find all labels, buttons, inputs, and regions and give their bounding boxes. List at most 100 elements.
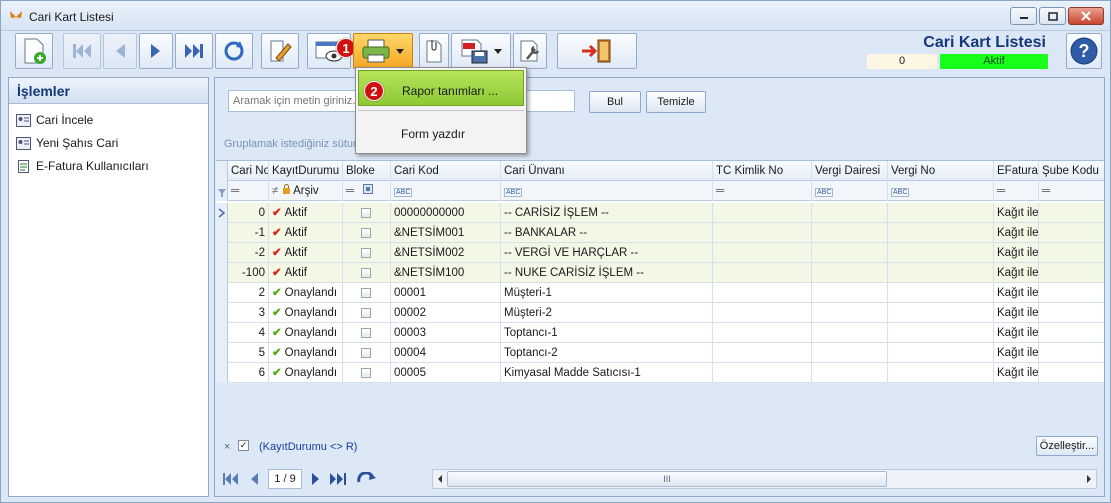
table-cell[interactable]: Kağıt ilet: [994, 363, 1039, 383]
table-cell[interactable]: [812, 203, 888, 223]
refresh-button[interactable]: [215, 33, 253, 69]
table-cell[interactable]: ✔ Onaylandı: [269, 323, 343, 343]
table-cell[interactable]: [713, 343, 812, 363]
edit-button[interactable]: [261, 33, 299, 69]
table-cell[interactable]: 00003: [391, 323, 501, 343]
table-cell[interactable]: -1: [228, 223, 269, 243]
table-cell[interactable]: Müşteri-2: [501, 303, 713, 323]
minimize-button[interactable]: [1010, 7, 1037, 25]
table-cell[interactable]: 3: [228, 303, 269, 323]
column-header-cari-no[interactable]: Cari No: [228, 161, 269, 181]
table-cell[interactable]: Kimyasal Madde Satıcısı-1: [501, 363, 713, 383]
table-cell[interactable]: [1039, 263, 1104, 283]
table-cell[interactable]: [343, 343, 391, 363]
table-cell[interactable]: ✔ Aktif: [269, 243, 343, 263]
close-button[interactable]: [1068, 7, 1104, 25]
table-cell[interactable]: [888, 323, 994, 343]
nav-last-button[interactable]: [330, 472, 346, 486]
active-filter-text[interactable]: (KayıtDurumu <> R): [259, 441, 357, 453]
table-cell[interactable]: [888, 363, 994, 383]
table-cell[interactable]: &NETSİM002: [391, 243, 501, 263]
table-row[interactable]: -1 ✔ Aktif &NETSİM001 -- BANKALAR -- Kağıt il…: [216, 223, 1104, 243]
clear-button[interactable]: Temizle: [646, 91, 706, 113]
table-cell[interactable]: 2: [228, 283, 269, 303]
table-cell[interactable]: [343, 263, 391, 283]
table-cell[interactable]: Kağıt ilet: [994, 203, 1039, 223]
previous-record-button[interactable]: [103, 33, 137, 69]
table-row[interactable]: -2 ✔ Aktif &NETSİM002 -- VERGİ VE HARÇLAR --…: [216, 243, 1104, 263]
table-row[interactable]: 3 ✔ Onaylandı 00002 Müşteri-2 Kağıt ilet: [216, 303, 1104, 323]
table-cell[interactable]: [888, 223, 994, 243]
table-cell[interactable]: [713, 323, 812, 343]
table-cell[interactable]: [812, 303, 888, 323]
first-record-button[interactable]: [63, 33, 101, 69]
table-cell[interactable]: ✔ Onaylandı: [269, 303, 343, 323]
table-cell[interactable]: Toptancı-2: [501, 343, 713, 363]
nav-refresh-button[interactable]: [356, 472, 378, 486]
table-cell[interactable]: ✔ Aktif: [269, 223, 343, 243]
last-record-button[interactable]: [175, 33, 213, 69]
bloke-checkbox[interactable]: [361, 367, 371, 378]
filter-vergi-dairesi[interactable]: ABC: [812, 181, 888, 201]
table-cell[interactable]: [343, 283, 391, 303]
table-cell[interactable]: [888, 263, 994, 283]
table-cell[interactable]: [1039, 203, 1104, 223]
nav-next-button[interactable]: [308, 472, 324, 486]
table-cell[interactable]: -100: [228, 263, 269, 283]
table-cell[interactable]: [1039, 343, 1104, 363]
table-cell[interactable]: Müşteri-1: [501, 283, 713, 303]
menu-item-print-form[interactable]: Form yazdır: [358, 114, 524, 150]
exit-button[interactable]: [557, 33, 637, 69]
table-cell[interactable]: [713, 223, 812, 243]
table-cell[interactable]: ✔ Onaylandı: [269, 283, 343, 303]
bloke-checkbox[interactable]: [361, 327, 371, 338]
filter-tc-kimlik-no[interactable]: ═: [713, 181, 812, 201]
filter-cari-no[interactable]: ═: [228, 181, 269, 201]
table-cell[interactable]: [888, 343, 994, 363]
table-cell[interactable]: 00001: [391, 283, 501, 303]
maximize-button[interactable]: [1039, 7, 1066, 25]
print-dropdown-button[interactable]: [353, 33, 413, 69]
table-cell[interactable]: 4: [228, 323, 269, 343]
table-cell[interactable]: Kağıt ilet: [994, 263, 1039, 283]
export-dropdown-button[interactable]: [451, 33, 511, 69]
table-cell[interactable]: ✔ Aktif: [269, 263, 343, 283]
table-cell[interactable]: -- BANKALAR --: [501, 223, 713, 243]
clear-filter-icon[interactable]: ×: [224, 441, 230, 453]
horizontal-scrollbar[interactable]: III: [432, 469, 1097, 489]
settings-button[interactable]: [513, 33, 547, 69]
table-cell[interactable]: 00004: [391, 343, 501, 363]
table-cell[interactable]: [713, 243, 812, 263]
table-cell[interactable]: [812, 263, 888, 283]
filter-bloke[interactable]: ═: [343, 181, 391, 201]
table-cell[interactable]: 0: [228, 203, 269, 223]
table-cell[interactable]: [1039, 223, 1104, 243]
sidebar-item-e-fatura[interactable]: E-Fatura Kullanıcıları: [9, 155, 208, 177]
table-cell[interactable]: [888, 203, 994, 223]
sidebar-item-yeni-sahis-cari[interactable]: Yeni Şahıs Cari: [9, 132, 208, 154]
table-cell[interactable]: [812, 223, 888, 243]
table-cell[interactable]: ✔ Onaylandı: [269, 363, 343, 383]
bloke-checkbox[interactable]: [361, 227, 371, 238]
table-cell[interactable]: [812, 323, 888, 343]
column-header-vergi-no[interactable]: Vergi No: [888, 161, 994, 181]
table-cell[interactable]: [343, 363, 391, 383]
table-cell[interactable]: [1039, 303, 1104, 323]
table-cell[interactable]: Kağıt ilet: [994, 243, 1039, 263]
column-header-kayit-durumu[interactable]: KayıtDurumu: [269, 161, 343, 181]
table-cell[interactable]: [812, 343, 888, 363]
table-cell[interactable]: 5: [228, 343, 269, 363]
table-row[interactable]: 2 ✔ Onaylandı 00001 Müşteri-1 Kağıt ilet: [216, 283, 1104, 303]
table-cell[interactable]: [713, 203, 812, 223]
bloke-checkbox[interactable]: [361, 207, 371, 218]
table-cell[interactable]: [713, 303, 812, 323]
filter-cari-unvani[interactable]: ABC: [501, 181, 713, 201]
table-cell[interactable]: [1039, 243, 1104, 263]
column-header-sube-kodu[interactable]: Şube Kodu: [1039, 161, 1104, 181]
column-header-bloke[interactable]: Bloke: [343, 161, 391, 181]
sidebar-item-cari-incele[interactable]: Cari İncele: [9, 109, 208, 131]
filter-kayit-durumu[interactable]: ≠ Arşiv: [269, 181, 343, 201]
bloke-checkbox[interactable]: [361, 267, 371, 278]
table-cell[interactable]: Kağıt ilet: [994, 323, 1039, 343]
find-button[interactable]: Bul: [589, 91, 641, 113]
